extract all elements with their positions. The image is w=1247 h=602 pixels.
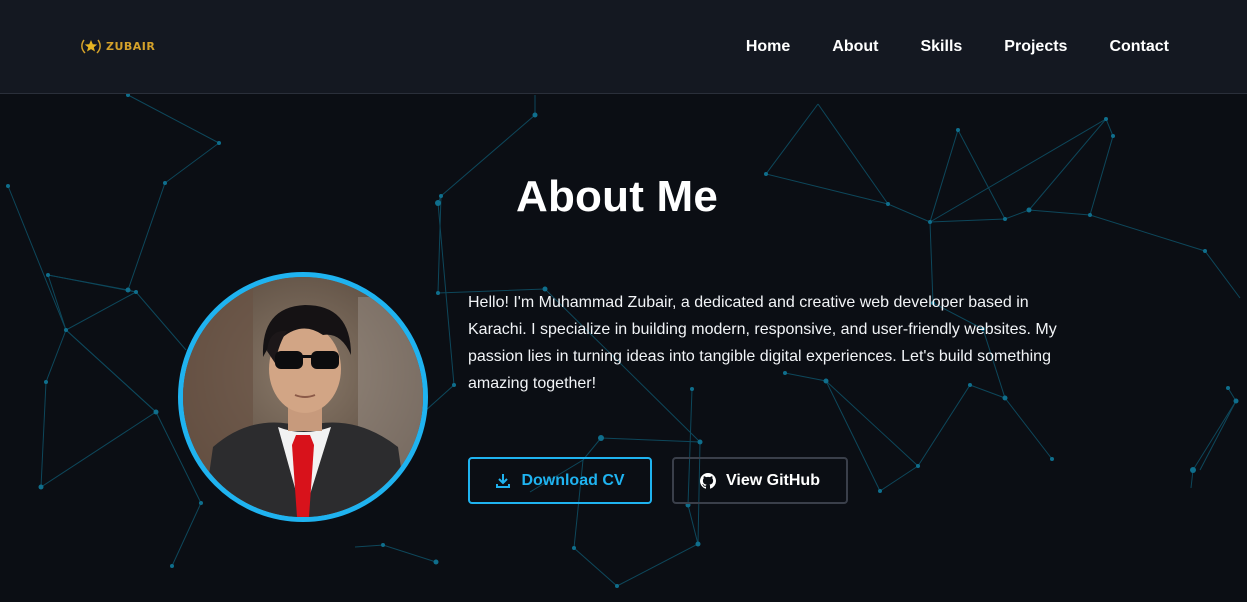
profile-photo (178, 272, 428, 522)
profile-illustration (183, 277, 423, 517)
brand-name: ZUBAIR (106, 39, 156, 53)
main-nav: Home About Skills Projects Contact (746, 36, 1169, 58)
nav-item-contact[interactable]: Contact (1109, 36, 1169, 58)
view-github-button[interactable]: View GitHub (672, 457, 848, 504)
navbar: ZUBAIR Home About Skills Projects Contac… (0, 0, 1247, 94)
laurel-star-icon (81, 39, 101, 54)
nav-item-home[interactable]: Home (746, 36, 790, 58)
github-icon (700, 472, 717, 489)
download-cv-label: Download CV (521, 471, 625, 489)
download-icon (496, 473, 511, 488)
view-github-label: View GitHub (726, 471, 820, 489)
brand-logo[interactable]: ZUBAIR (80, 37, 155, 55)
nav-item-about[interactable]: About (832, 36, 878, 58)
nav-item-skills[interactable]: Skills (920, 36, 962, 58)
download-cv-button[interactable]: Download CV (468, 457, 652, 504)
section-title: About Me (516, 172, 719, 221)
page: ZUBAIR Home About Skills Projects Contac… (0, 0, 1247, 602)
nav-item-projects[interactable]: Projects (1004, 36, 1067, 58)
bio-text: Hello! I'm Muhammad Zubair, a dedicated … (468, 294, 1057, 392)
